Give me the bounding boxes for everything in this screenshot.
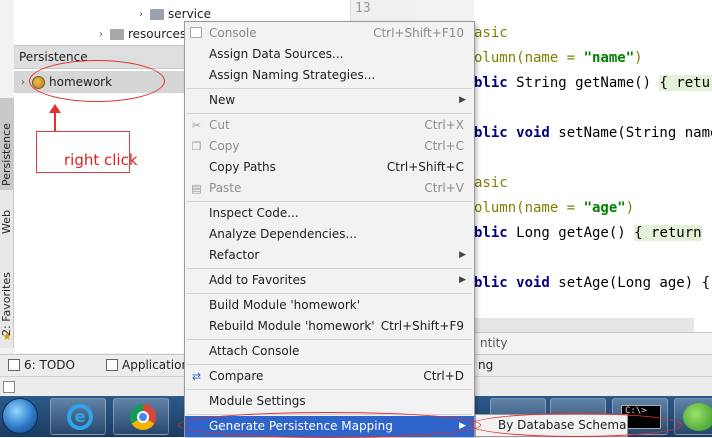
code-line: olumn(name = "name")	[474, 50, 643, 66]
menu-separator	[187, 113, 472, 114]
tab-application[interactable]: Application	[106, 358, 189, 372]
code-line: blic void setName(String name	[474, 125, 712, 141]
line-number: 13	[355, 1, 371, 16]
annotation-ellipse	[470, 413, 682, 437]
taskbar-leaf-button[interactable]	[674, 398, 712, 435]
menu-item-build-module[interactable]: Build Module 'homework'	[185, 295, 474, 316]
code-line: asic	[474, 25, 508, 41]
taskbar-chrome-button[interactable]	[113, 398, 169, 435]
folder-icon	[110, 28, 124, 40]
paste-icon: ▤	[191, 182, 202, 195]
tree-item-label: service	[168, 7, 211, 21]
console-icon	[190, 27, 202, 38]
code-line: blic void setAge(Long age) {	[474, 275, 711, 291]
menu-item-refactor[interactable]: Refactor ▶	[185, 245, 474, 266]
internet-explorer-icon: e	[67, 404, 93, 430]
chevron-right-icon[interactable]: ›	[96, 29, 106, 40]
menu-item-inspect-code[interactable]: Inspect Code...	[185, 203, 474, 224]
menu-item-add-to-favorites[interactable]: Add to Favorites ▶	[185, 270, 474, 291]
menu-item-compare[interactable]: ⇄ Compare Ctrl+D	[185, 366, 474, 387]
menu-separator	[187, 364, 472, 365]
chrome-icon	[130, 404, 156, 430]
code-editor[interactable]: asic olumn(name = "name") blic String ge…	[474, 0, 712, 332]
todo-icon	[8, 359, 20, 371]
code-line: asic	[474, 175, 508, 191]
cut-icon: ✂	[191, 119, 202, 132]
submenu-arrow-icon: ▶	[459, 250, 466, 260]
menu-separator	[187, 389, 472, 390]
annotation-text: right click	[64, 151, 138, 169]
app-leaf-icon	[683, 403, 712, 431]
status-toggle-icon[interactable]	[3, 381, 15, 393]
code-line: blic String getName() { retur	[474, 75, 712, 91]
application-icon	[106, 359, 118, 371]
menu-separator	[187, 293, 472, 294]
chevron-right-icon[interactable]: ›	[18, 77, 28, 88]
menu-item-paste[interactable]: ▤ Paste Ctrl+V	[185, 178, 474, 199]
code-line: blic Long getAge() { return	[474, 225, 702, 241]
menu-item-new[interactable]: New ▶	[185, 90, 474, 111]
taskbar-ie-button[interactable]: e	[50, 398, 106, 435]
menu-item-analyze-dependencies[interactable]: Analyze Dependencies...	[185, 224, 474, 245]
submenu-arrow-icon: ▶	[459, 95, 466, 105]
annotation-ellipse	[178, 412, 481, 438]
tree-item-resources[interactable]: › resources	[96, 24, 186, 44]
menu-item-console[interactable]: Console Ctrl+Shift+F10	[185, 23, 474, 44]
compare-icon: ⇄	[191, 370, 202, 383]
tool-window-strip: Persistence Web 2: Favorites ★	[0, 98, 14, 348]
tree-item-label: resources	[128, 27, 187, 41]
menu-item-assign-naming-strategies[interactable]: Assign Naming Strategies...	[185, 65, 474, 86]
menu-separator	[187, 268, 472, 269]
tab-todo[interactable]: 6: TODO	[8, 358, 75, 372]
bottom-panel: ntity	[474, 332, 712, 354]
chevron-right-icon[interactable]: ›	[136, 9, 146, 20]
menu-separator	[187, 88, 472, 89]
menu-item-cut[interactable]: ✂ Cut Ctrl+X	[185, 115, 474, 136]
code-line: olumn(name = "age")	[474, 200, 635, 216]
tab-web[interactable]: Web	[0, 198, 14, 246]
menu-item-copy-paths[interactable]: Copy Paths Ctrl+Shift+C	[185, 157, 474, 178]
menu-item-copy[interactable]: ❐ Copy Ctrl+C	[185, 136, 474, 157]
horizontal-scrollbar[interactable]	[474, 318, 694, 332]
menu-separator	[187, 201, 472, 202]
menu-item-module-settings[interactable]: Module Settings	[185, 391, 474, 412]
copy-icon: ❐	[191, 140, 202, 153]
windows-start-icon[interactable]	[2, 398, 38, 434]
tab-favorites[interactable]: 2: Favorites	[0, 258, 14, 340]
submenu-arrow-icon: ▶	[459, 275, 466, 285]
tab-persistence[interactable]: Persistence	[0, 98, 14, 190]
tab-hidden[interactable]: ng	[478, 358, 493, 372]
folder-icon	[150, 8, 164, 20]
star-icon: ★	[2, 330, 12, 343]
panel-label: ntity	[480, 336, 508, 350]
annotation-ellipse	[29, 60, 165, 102]
context-menu: Console Ctrl+Shift+F10 Assign Data Sourc…	[184, 21, 475, 437]
menu-separator	[187, 339, 472, 340]
menu-item-attach-console[interactable]: Attach Console	[185, 341, 474, 362]
annotation-arrow-icon	[49, 104, 61, 131]
menu-item-rebuild-module[interactable]: Rebuild Module 'homework' Ctrl+Shift+F9	[185, 316, 474, 337]
menu-item-assign-data-sources[interactable]: Assign Data Sources...	[185, 44, 474, 65]
